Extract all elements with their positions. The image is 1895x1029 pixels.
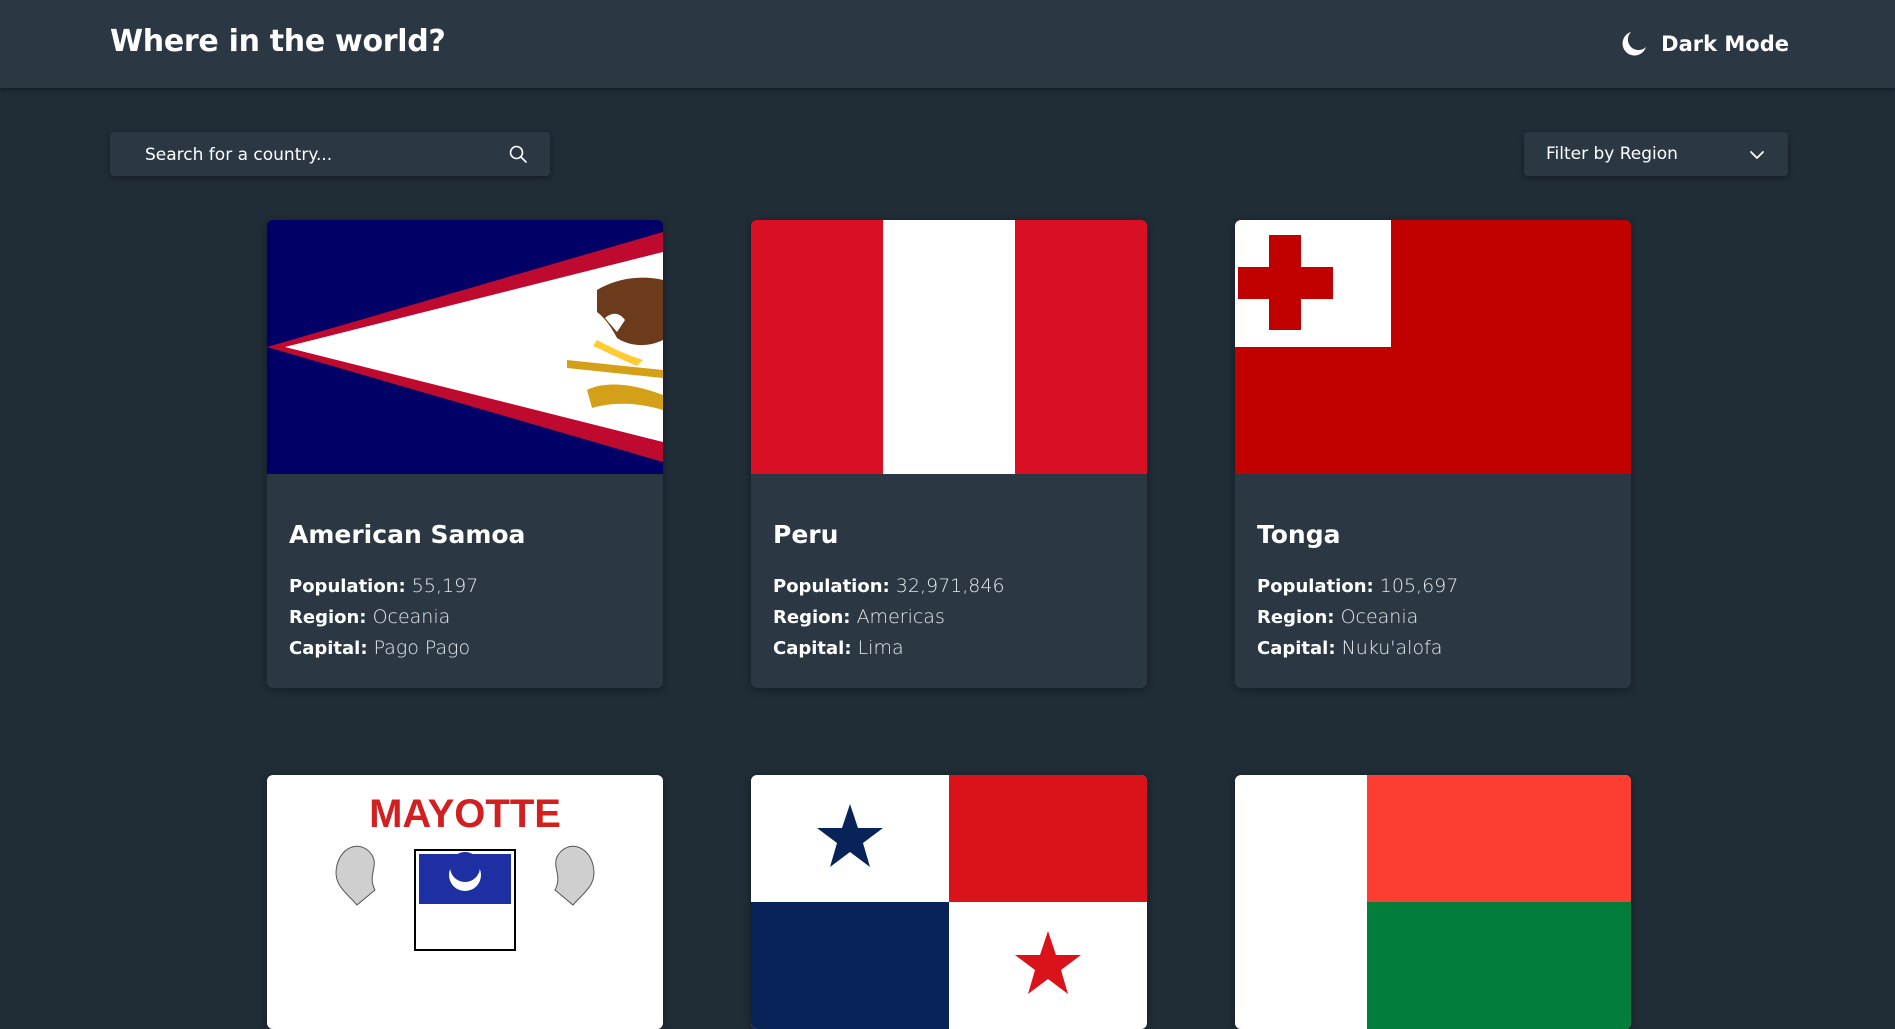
capital-row: Capital: Nuku'alofa xyxy=(1257,633,1609,664)
search-box xyxy=(110,132,550,178)
population-label: Population: xyxy=(773,576,890,597)
search-input[interactable] xyxy=(143,132,487,178)
population-label: Population: xyxy=(1257,576,1374,597)
region-row: Region: Oceania xyxy=(289,602,641,633)
capital-row: Capital: Lima xyxy=(773,633,1125,664)
dark-mode-label: Dark Mode xyxy=(1661,32,1789,56)
search-icon[interactable] xyxy=(508,144,528,164)
country-card-peru[interactable]: Peru Population: 32,971,846 Region: Amer… xyxy=(751,220,1147,688)
population-value: 105,697 xyxy=(1379,575,1459,597)
country-name: Tonga xyxy=(1257,520,1341,549)
population-value: 32,971,846 xyxy=(895,575,1005,597)
region-value: Americas xyxy=(856,606,945,628)
population-label: Population: xyxy=(289,576,406,597)
card-info: American Samoa Population: 55,197 Region… xyxy=(267,474,663,688)
region-row: Region: Americas xyxy=(773,602,1125,633)
flag-mayotte: MAYOTTE xyxy=(267,775,663,1029)
capital-label: Capital: xyxy=(289,638,368,659)
region-row: Region: Oceania xyxy=(1257,602,1609,633)
capital-value: Lima xyxy=(857,637,904,659)
flag-panama xyxy=(751,775,1147,1029)
capital-value: Nuku'alofa xyxy=(1341,637,1443,659)
region-label: Region: xyxy=(289,607,367,628)
page-title: Where in the world? xyxy=(110,24,446,59)
capital-label: Capital: xyxy=(773,638,852,659)
region-label: Region: xyxy=(1257,607,1335,628)
region-label: Region: xyxy=(773,607,851,628)
country-card-panama[interactable] xyxy=(751,775,1147,1029)
top-bar: Where in the world? Dark Mode xyxy=(0,0,1895,88)
flag-madagascar xyxy=(1235,775,1631,1029)
region-value: Oceania xyxy=(372,606,451,628)
region-value: Oceania xyxy=(1340,606,1419,628)
dark-mode-toggle[interactable]: Dark Mode xyxy=(1619,27,1789,61)
card-info: Peru Population: 32,971,846 Region: Amer… xyxy=(751,474,1147,688)
capital-label: Capital: xyxy=(1257,638,1336,659)
country-name: Peru xyxy=(773,520,839,549)
moon-icon xyxy=(1622,32,1647,56)
capital-value: Pago Pago xyxy=(373,637,471,659)
capital-row: Capital: Pago Pago xyxy=(289,633,641,664)
region-filter-dropdown[interactable]: Filter by Region xyxy=(1524,132,1788,176)
country-card-madagascar[interactable] xyxy=(1235,775,1631,1029)
flag-peru xyxy=(751,220,1147,474)
flag-tonga xyxy=(1235,220,1631,474)
country-card-american-samoa[interactable]: American Samoa Population: 55,197 Region… xyxy=(267,220,663,688)
chevron-down-icon xyxy=(1750,151,1764,159)
population-value: 55,197 xyxy=(411,575,479,597)
country-card-mayotte[interactable]: MAYOTTE xyxy=(267,775,663,1029)
flag-american-samoa xyxy=(267,220,663,474)
region-filter-label: Filter by Region xyxy=(1546,144,1678,164)
country-card-tonga[interactable]: Tonga Population: 105,697 Region: Oceani… xyxy=(1235,220,1631,688)
card-info: Tonga Population: 105,697 Region: Oceani… xyxy=(1235,474,1631,688)
population-row: Population: 55,197 xyxy=(289,571,641,602)
population-row: Population: 105,697 xyxy=(1257,571,1609,602)
country-name: American Samoa xyxy=(289,520,526,549)
population-row: Population: 32,971,846 xyxy=(773,571,1125,602)
flag-text: MAYOTTE xyxy=(369,792,561,836)
